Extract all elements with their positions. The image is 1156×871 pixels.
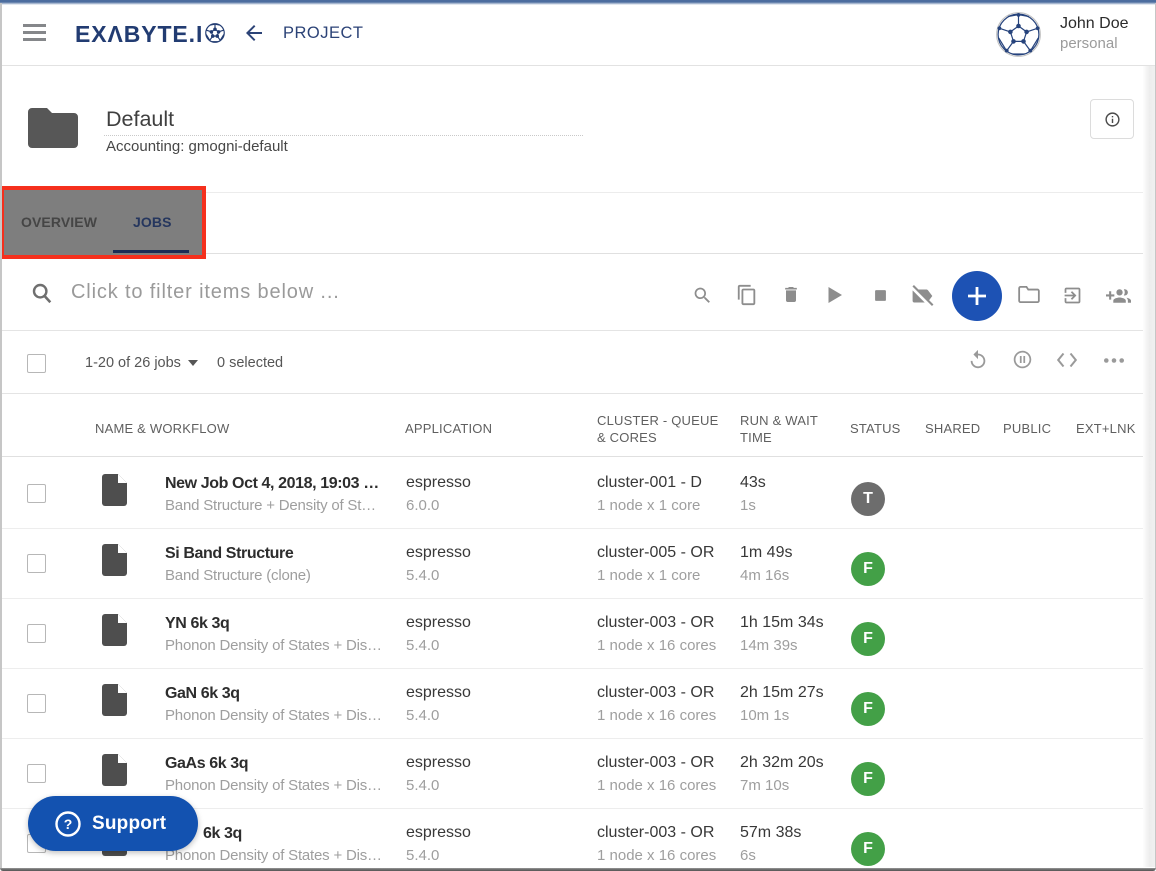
svg-text:?: ? [64,816,73,832]
